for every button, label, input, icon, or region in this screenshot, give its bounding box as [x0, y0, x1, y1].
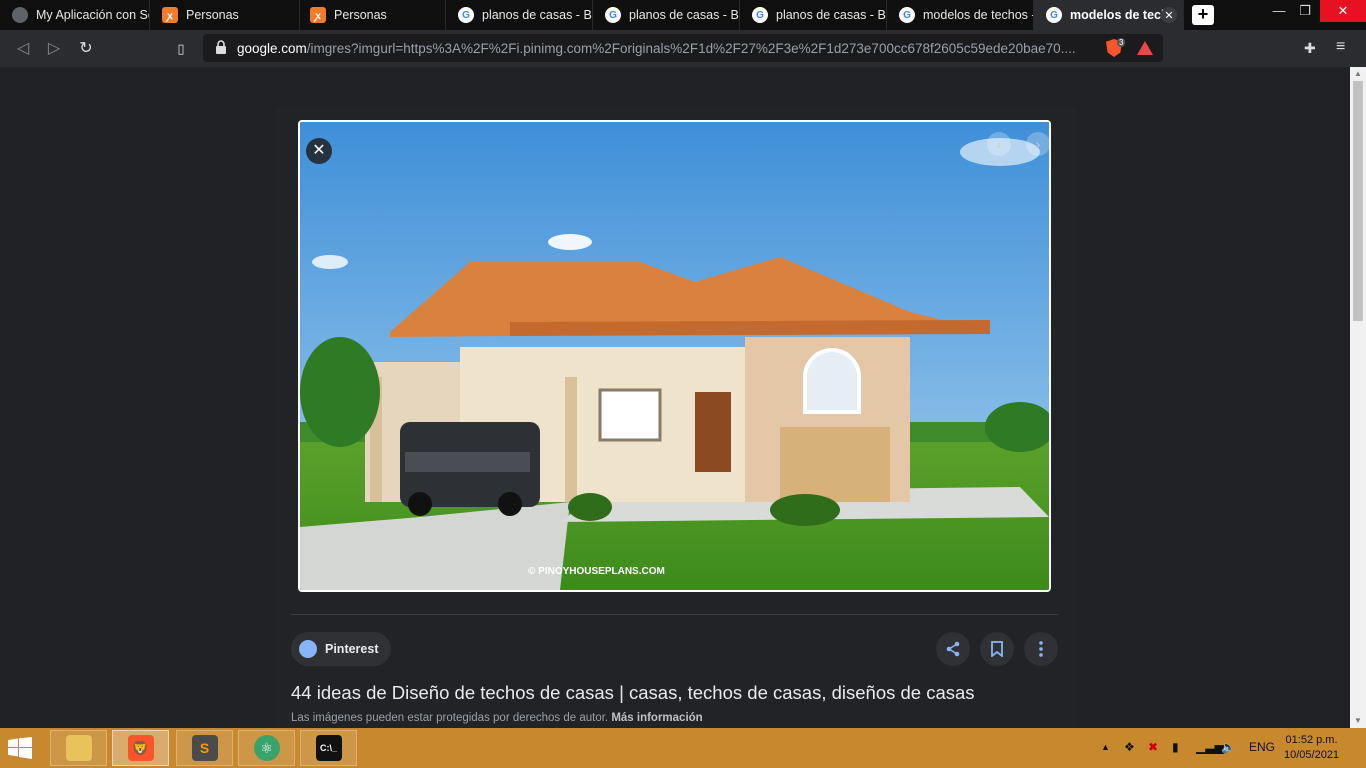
shield-count-badge: 3 [1117, 38, 1126, 47]
bookmark-icon[interactable]: ▯ [170, 38, 192, 60]
clock-time: 01:52 p.m. [1285, 734, 1338, 746]
forward-icon[interactable]: ▷ [43, 38, 65, 60]
google-icon: G [752, 7, 768, 23]
antivirus-icon[interactable]: ✖ [1148, 740, 1158, 754]
battery-icon[interactable]: ▮ [1172, 740, 1179, 754]
share-button[interactable] [936, 632, 970, 666]
brave-icon: 🦁 [127, 735, 154, 761]
address-bar[interactable]: google.com/imgres?imgurl=https%3A%2F%2Fi… [203, 34, 1163, 62]
file-explorer-button[interactable] [50, 730, 107, 766]
lock-icon [216, 40, 226, 54]
menu-icon[interactable]: ≡ [1336, 38, 1345, 56]
tab-5[interactable]: G planos de casas - Bu [593, 0, 740, 30]
save-button[interactable] [980, 632, 1014, 666]
scroll-up-icon[interactable]: ▲ [1350, 67, 1366, 81]
url-host: google.com [237, 40, 307, 56]
divider [291, 614, 1058, 615]
show-hidden-icons-icon[interactable]: ▲ [1101, 742, 1110, 752]
tab-title: planos de casas - Bu [776, 8, 886, 22]
browser-toolbar: ◁ ▷ ↻ ▯ google.com/imgres?imgurl=https%3… [0, 30, 1366, 67]
tab-6[interactable]: G planos de casas - Bu [740, 0, 887, 30]
sublime-text-button[interactable]: S [176, 730, 233, 766]
xampp-icon: ꭗ [162, 7, 178, 23]
bookmark-icon [991, 641, 1003, 658]
tab-3[interactable]: ꭗ Personas [298, 0, 446, 30]
google-icon: G [605, 7, 621, 23]
previous-image-button[interactable]: ‹ [987, 132, 1011, 156]
volume-icon[interactable]: 🔈 [1221, 740, 1236, 754]
brave-browser-button[interactable]: 🦁 [112, 730, 169, 766]
url-path: /imgres?imgurl=https%3A%2F%2Fi.pinimg.co… [306, 40, 1076, 56]
command-prompt-button[interactable]: C:\_ [300, 730, 357, 766]
image-title[interactable]: 44 ideas de Diseño de techos de casas | … [291, 682, 975, 704]
copyright-text: Las imágenes pueden estar protegidas por… [291, 712, 609, 724]
house-image[interactable]: © PINOYHOUSEPLANS.COM [298, 120, 1051, 592]
google-icon: G [899, 7, 915, 23]
copyright-notice: Las imágenes pueden estar protegidas por… [291, 712, 703, 724]
close-viewer-button[interactable]: ✕ [306, 138, 332, 164]
restore-button[interactable]: ❐ [1288, 0, 1322, 22]
brave-rewards-icon[interactable] [1137, 41, 1153, 55]
network-icon[interactable]: ▁▃▅ [1196, 740, 1224, 754]
atom-editor-button[interactable]: ⚛ [238, 730, 295, 766]
source-name: Pinterest [325, 642, 379, 656]
close-tab-icon[interactable]: ✕ [1161, 7, 1177, 23]
globe-icon [12, 7, 28, 23]
tab-strip: My Aplicación con Sc ꭗ Personas ꭗ Person… [0, 0, 1366, 30]
more-info-link[interactable]: Más información [611, 712, 702, 724]
window-close-button[interactable]: ✕ [1320, 0, 1366, 22]
source-chip[interactable]: Pinterest [291, 632, 391, 666]
dropbox-icon[interactable]: ❖ [1124, 740, 1135, 754]
reload-icon[interactable]: ↻ [75, 38, 97, 60]
extensions-icon[interactable]: ✚ [1304, 40, 1316, 57]
tab-title: Personas [186, 8, 239, 22]
clock-date: 10/05/2021 [1284, 749, 1340, 761]
scroll-down-icon[interactable]: ▼ [1350, 714, 1366, 728]
tab-title: My Aplicación con Sc [36, 8, 149, 22]
globe-icon [299, 640, 317, 658]
windows-taskbar: 🦁 S ⚛ C:\_ ▲ ❖ ✖ ▮ ▁▃▅ 🔈 ENG 01:52 p.m. … [0, 728, 1366, 768]
tab-title: planos de casas - Bú [482, 8, 592, 22]
windows-start-icon[interactable] [8, 737, 32, 759]
xampp-icon: ꭗ [310, 7, 326, 23]
tab-title: planos de casas - Bu [629, 8, 739, 22]
google-icon: G [1046, 7, 1062, 23]
more-vert-icon [1039, 641, 1043, 657]
tab-4[interactable]: G planos de casas - Bú [446, 0, 593, 30]
atom-icon: ⚛ [253, 735, 280, 761]
folder-icon [65, 735, 92, 761]
house-illustration: © PINOYHOUSEPLANS.COM [300, 122, 1049, 590]
new-tab-button[interactable]: + [1192, 5, 1214, 25]
system-clock[interactable]: 01:52 p.m. 10/05/2021 [1284, 733, 1339, 763]
next-image-button[interactable]: › [1026, 132, 1050, 156]
url-text[interactable]: google.com/imgres?imgurl=https%3A%2F%2Fi… [237, 41, 1097, 56]
back-icon[interactable]: ◁ [12, 38, 34, 60]
terminal-icon: C:\_ [315, 735, 342, 761]
image-watermark: © PINOYHOUSEPLANS.COM [528, 566, 665, 577]
tab-title: modelos de tech [1070, 8, 1169, 22]
tab-7[interactable]: G modelos de techos - [887, 0, 1034, 30]
google-icon: G [458, 7, 474, 23]
tab-8-active[interactable]: G modelos de tech ✕ [1034, 0, 1184, 30]
share-icon [946, 641, 960, 657]
tab-title: Personas [334, 8, 387, 22]
language-indicator[interactable]: ENG [1249, 740, 1275, 754]
tab-1[interactable]: My Aplicación con Sc [0, 0, 150, 30]
vertical-scrollbar[interactable]: ▲ ▼ [1350, 67, 1366, 728]
tab-2[interactable]: ꭗ Personas [150, 0, 300, 30]
page-content: © PINOYHOUSEPLANS.COM ✕ ‹ › Pinterest 44… [0, 67, 1350, 747]
tab-title: modelos de techos - [923, 8, 1033, 22]
more-options-button[interactable] [1024, 632, 1058, 666]
scroll-thumb[interactable] [1353, 81, 1363, 321]
sublime-icon: S [191, 735, 218, 761]
